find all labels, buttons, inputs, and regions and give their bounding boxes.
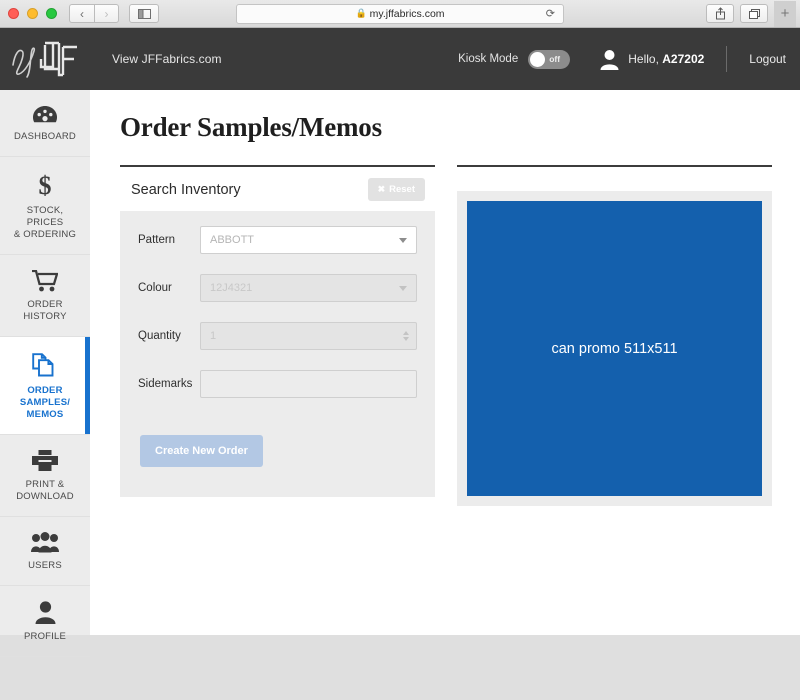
user-avatar-icon [600,49,619,70]
person-icon [35,601,56,624]
quantity-value: 1 [210,330,217,342]
jf-fabrics-logo[interactable] [0,37,90,81]
sidebar-item-label: PRINT & DOWNLOAD [16,479,74,502]
documents-icon [32,352,58,378]
user-id: A27202 [662,52,705,66]
sidebar-item-label: DASHBOARD [14,131,76,142]
sidebar-item-print-download[interactable]: PRINT & DOWNLOAD [0,435,90,517]
sidebar-item-order-history[interactable]: ORDER HISTORY [0,255,90,337]
chevron-down-icon [399,237,407,243]
logout-link[interactable]: Logout [749,52,786,66]
dollar-icon: $ [36,172,54,198]
content-columns: Search Inventory ✖ Reset Pattern ABBOTT [120,165,772,506]
toggle-knob [530,51,546,67]
chevron-down-icon [399,285,407,291]
close-icon: ✖ [377,184,386,194]
field-pattern: Pattern ABBOTT [138,226,417,254]
view-jffabrics-link[interactable]: View JFFabrics.com [112,52,222,66]
sidebar-item-order-samples-memos[interactable]: ORDER SAMPLES/ MEMOS [0,337,90,435]
minimize-window-button[interactable] [27,8,38,19]
app-body: DASHBOARD $ STOCK, PRICES & ORDERING ORD… [0,90,800,657]
kiosk-mode-label: Kiosk Mode [458,53,519,65]
pattern-value: ABBOTT [210,234,255,246]
sidebar-item-users[interactable]: USERS [0,517,90,586]
address-bar[interactable]: 🔒 my.jffabrics.com ⟳ [236,3,564,24]
promo-image[interactable]: can promo 511x511 [467,201,762,496]
field-sidemarks: Sidemarks [138,370,417,398]
sidebar-item-label: USERS [28,560,62,571]
greeting-prefix: Hello, [628,52,663,66]
field-label: Sidemarks [138,378,193,390]
kiosk-mode-toggle[interactable]: off [528,49,571,69]
quantity-stepper[interactable]: 1 [200,322,417,350]
header-divider [726,46,728,72]
colour-value: 12J4321 [210,282,253,294]
panel-title: Search Inventory [131,181,241,198]
sidebar-navigation: DASHBOARD $ STOCK, PRICES & ORDERING ORD… [0,90,90,657]
promo-top-rule [457,165,772,167]
toggle-state-label: off [549,54,561,64]
main-content: Order Samples/Memos Search Inventory ✖ R… [90,90,800,635]
field-label: Quantity [138,330,181,342]
sidebar-toggle-icon[interactable] [129,4,159,23]
shopping-cart-icon [32,270,58,292]
stepper-up-icon[interactable] [403,331,409,335]
field-quantity: Quantity 1 [138,322,417,350]
share-icon[interactable] [706,4,734,23]
search-inventory-panel: Search Inventory ✖ Reset Pattern ABBOTT [120,165,435,506]
field-colour: Colour 12J4321 [138,274,417,302]
window-traffic-lights [8,8,57,19]
back-button[interactable]: ‹ [69,4,94,23]
dashboard-gauge-icon [33,105,57,124]
url-text: my.jffabrics.com [369,7,445,20]
sidebar-item-label: PROFILE [23,631,67,642]
application-window: View JFFabrics.com Kiosk Mode off Hello,… [0,28,800,657]
pattern-select[interactable]: ABBOTT [200,226,417,254]
reset-label: Reset [389,184,415,195]
toolbar-right-buttons: + [706,0,796,27]
navigation-buttons: ‹ › [69,4,119,23]
reload-icon[interactable]: ⟳ [546,7,555,20]
browser-toolbar: ‹ › 🔒 my.jffabrics.com ⟳ + [0,0,800,28]
users-group-icon [31,532,59,553]
field-label: Colour [138,282,172,294]
sidebar-item-label: STOCK, PRICES & ORDERING [13,205,77,240]
field-label: Pattern [138,234,176,246]
greeting-text: Hello, A27202 [628,52,704,66]
show-tabs-icon[interactable] [740,4,768,23]
svg-text:$: $ [39,172,52,198]
lock-icon: 🔒 [355,8,367,18]
sidebar-item-label: ORDER SAMPLES/ MEMOS [19,385,71,420]
sidebar-item-stock-prices-ordering[interactable]: $ STOCK, PRICES & ORDERING [0,157,90,255]
reset-button[interactable]: ✖ Reset [367,178,425,201]
sidebar-item-label: ORDER HISTORY [23,299,67,322]
header-right-controls: Kiosk Mode off Hello, A27202 Logout [458,28,786,90]
close-window-button[interactable] [8,8,19,19]
forward-button[interactable]: › [94,4,119,23]
panel-header: Search Inventory ✖ Reset [120,167,435,211]
search-form: Pattern ABBOTT Colour 12J4321 Quantity 1… [120,211,435,497]
sidemarks-input[interactable] [200,370,417,398]
page-title: Order Samples/Memos [120,112,382,142]
promo-panel: can promo 511x511 [457,165,772,506]
sidebar-item-dashboard[interactable]: DASHBOARD [0,90,90,157]
app-header: View JFFabrics.com Kiosk Mode off Hello,… [0,28,800,90]
colour-select[interactable]: 12J4321 [200,274,417,302]
stepper-down-icon[interactable] [403,337,409,341]
printer-icon [32,450,58,472]
maximize-window-button[interactable] [46,8,57,19]
create-new-order-button[interactable]: Create New Order [140,435,263,467]
new-tab-button[interactable]: + [774,0,796,27]
promo-image-frame: can promo 511x511 [457,191,772,506]
sidebar-item-profile[interactable]: PROFILE [0,586,90,657]
stepper-arrows-icon[interactable] [403,331,409,341]
